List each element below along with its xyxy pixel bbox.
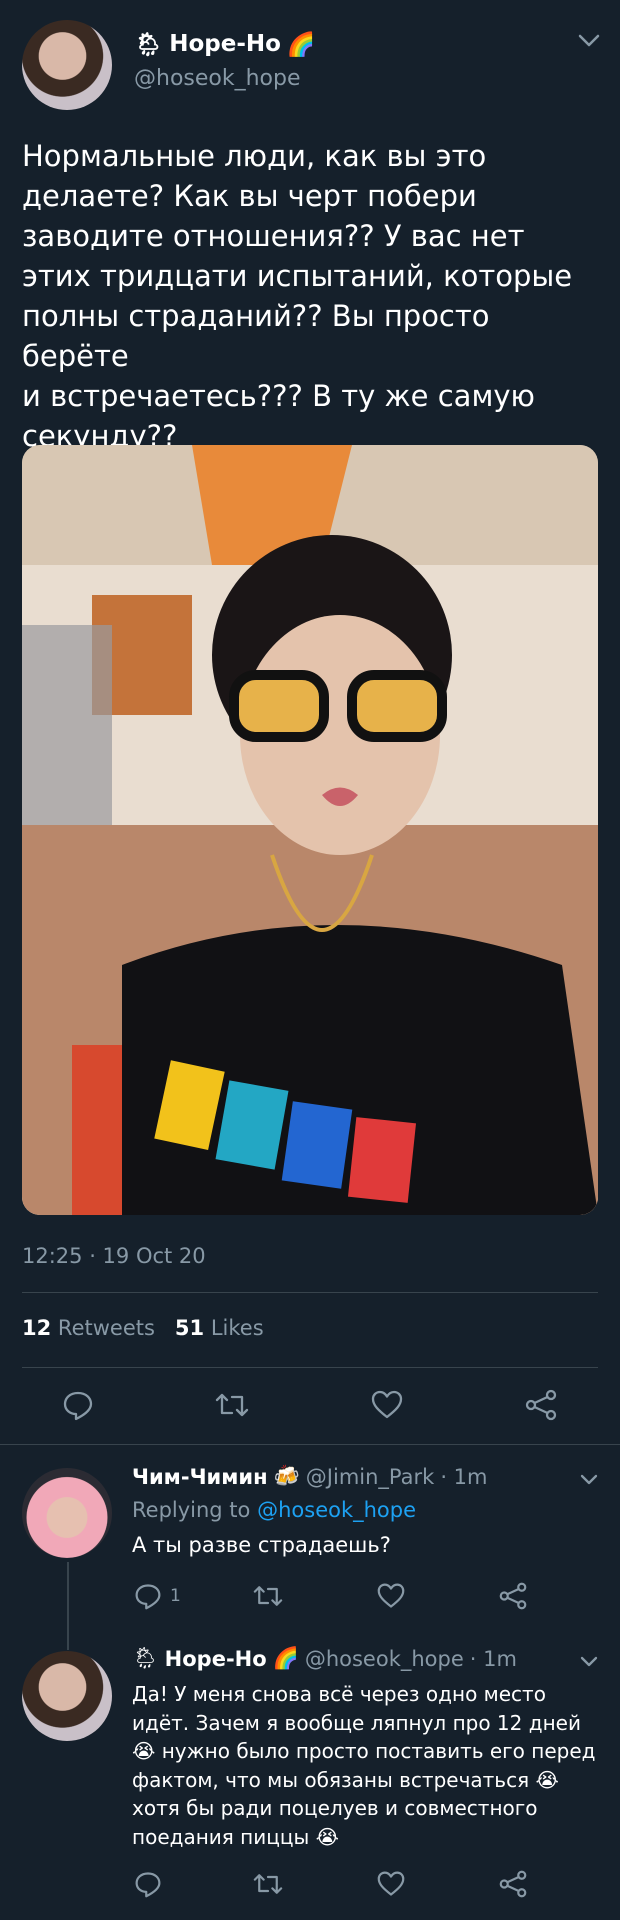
retweets-stat[interactable]: 12 Retweets — [22, 1316, 155, 1340]
likes-count: 51 — [174, 1316, 205, 1340]
like-button[interactable] — [376, 1870, 406, 1898]
reply-text-line: А ты разве страдаешь? — [132, 1533, 391, 1557]
likes-label: Likes — [210, 1316, 264, 1340]
tweet-text: Нормальные люди, как вы это делаете? Как… — [22, 136, 602, 456]
reply-avatar[interactable] — [22, 1651, 112, 1741]
tweet-timestamp[interactable]: 12:25 · 19 Oct 20 — [22, 1244, 206, 1268]
divider — [0, 1444, 620, 1445]
thread-line — [67, 1562, 69, 1650]
share-icon — [499, 1870, 527, 1898]
like-button[interactable] — [376, 1582, 406, 1610]
reply-icon — [135, 1584, 161, 1610]
reply-time[interactable]: · 1m — [470, 1647, 517, 1671]
share-button[interactable] — [524, 1389, 558, 1421]
reply-handle[interactable]: @hoseok_hope — [305, 1647, 464, 1671]
reply-text-line: 😭 нужно было просто поставить его перед — [132, 1739, 596, 1763]
author-name-row[interactable]: 🌦 Hope-Ho 🌈 — [134, 28, 316, 60]
retweet-button[interactable] — [252, 1870, 284, 1898]
reply-text-line: фактом, что мы обязаны встречаться 😭 — [132, 1767, 559, 1792]
share-button[interactable] — [498, 1870, 528, 1898]
divider — [22, 1292, 598, 1293]
likes-stat[interactable]: 51 Likes — [175, 1316, 264, 1340]
tweet-text-line: и встречаетесь??? В ту же самую — [22, 379, 535, 413]
retweet-icon — [215, 1393, 249, 1417]
reply-time[interactable]: · 1m — [440, 1465, 487, 1489]
replying-to-handle[interactable]: @hoseok_hope — [257, 1498, 416, 1522]
reply-button[interactable] — [134, 1870, 162, 1898]
retweet-button[interactable] — [214, 1389, 250, 1421]
share-button[interactable] — [498, 1582, 528, 1610]
replying-to: Replying to @hoseok_hope — [132, 1498, 416, 1522]
reply-icon — [63, 1391, 93, 1421]
reply-text: А ты разве страдаешь? — [132, 1531, 391, 1559]
like-icon — [377, 1583, 405, 1608]
cloud-emoji: 🌦 — [134, 31, 164, 58]
chevron-down-icon[interactable] — [580, 1474, 598, 1486]
retweet-button[interactable] — [252, 1582, 284, 1610]
reply-text-line: идёт. Зачем я вообще ляпнул про 12 дней — [132, 1710, 581, 1735]
share-icon — [525, 1389, 557, 1421]
tweet-stats: 12 Retweets 51 Likes — [22, 1316, 264, 1340]
author-avatar[interactable] — [22, 20, 112, 110]
tweet-text-line: Нормальные люди, как вы это — [22, 139, 487, 173]
tweet-photo[interactable] — [22, 445, 598, 1215]
share-icon — [499, 1582, 527, 1610]
cloud-emoji: 🌦 — [132, 1646, 159, 1670]
chevron-down-icon[interactable] — [580, 1656, 598, 1668]
rainbow-emoji: 🌈 — [272, 1646, 299, 1670]
reply-button[interactable] — [62, 1389, 94, 1421]
reply-header: Чим-Чимин 🍻 @Jimin_Park · 1m — [132, 1464, 487, 1489]
tweet-text-line: этих тридцати испытаний, которые — [22, 259, 573, 293]
author-display-name: Hope-Ho — [169, 31, 281, 57]
reply-text-line: поедания пиццы 😭 — [132, 1824, 339, 1849]
retweet-icon — [253, 1874, 283, 1894]
replying-to-label: Replying to — [132, 1498, 251, 1522]
reply-icon — [135, 1872, 161, 1898]
reply-display-name[interactable]: Чим-Чимин — [132, 1465, 268, 1489]
reply-text-line: хотя бы ради поцелуев и совместного — [132, 1796, 538, 1820]
reply-text-line: Да! У меня снова всё через одно место — [132, 1682, 546, 1706]
author-handle[interactable]: @hoseok_hope — [134, 66, 301, 91]
like-icon — [371, 1390, 403, 1419]
tweet-text-line: заводите отношения?? У вас нет — [22, 219, 525, 253]
retweets-label: Retweets — [57, 1316, 155, 1340]
like-icon — [377, 1871, 405, 1896]
divider — [22, 1367, 598, 1368]
tweet-text-line: делаете? Как вы черт побери — [22, 179, 477, 213]
reply-header: 🌦 Hope-Ho 🌈 @hoseok_hope · 1m — [132, 1646, 517, 1671]
reply-avatar[interactable] — [22, 1468, 112, 1558]
like-button[interactable] — [370, 1389, 404, 1421]
beer-emoji: 🍻 — [273, 1464, 300, 1488]
tweet-text-line: полны страданий?? Вы просто берёте — [22, 299, 490, 373]
reply-count: 1 — [170, 1586, 181, 1606]
chevron-down-icon[interactable] — [578, 34, 600, 48]
retweet-icon — [253, 1586, 283, 1606]
reply-display-name[interactable]: Hope-Ho — [165, 1647, 267, 1671]
reply-text: Да! У меня снова всё через одно место ид… — [132, 1680, 602, 1851]
rainbow-emoji: 🌈 — [286, 31, 316, 58]
reply-handle[interactable]: @Jimin_Park — [306, 1465, 435, 1489]
reply-button[interactable]: 1 — [134, 1582, 181, 1610]
retweets-count: 12 — [22, 1316, 52, 1340]
